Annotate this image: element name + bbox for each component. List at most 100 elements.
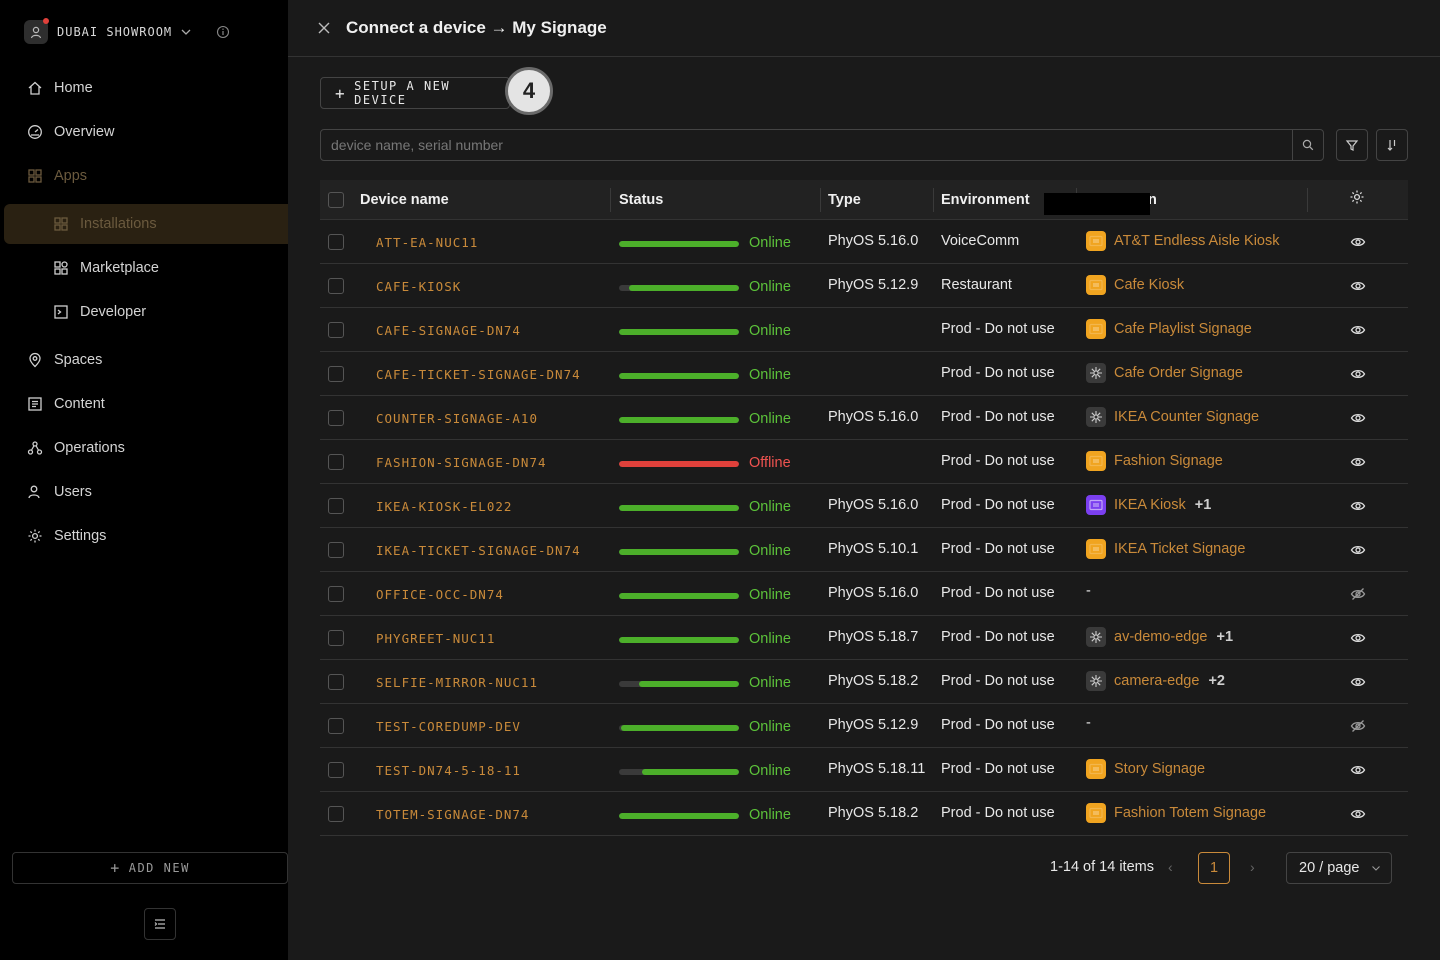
eye-icon[interactable] bbox=[1350, 674, 1366, 695]
row-checkbox[interactable] bbox=[328, 278, 344, 294]
more-apps-count[interactable]: +1 bbox=[1217, 629, 1234, 645]
table-row[interactable]: IKEA-KIOSK-EL022 Online PhyOS 5.16.0 Prod -… bbox=[320, 484, 1408, 528]
filter-button[interactable] bbox=[1336, 129, 1368, 161]
table-row[interactable]: PHYGREET-NUC11 Online PhyOS 5.18.7 Prod - D… bbox=[320, 616, 1408, 660]
eye-icon[interactable] bbox=[1350, 366, 1366, 387]
select-all-checkbox[interactable] bbox=[328, 192, 344, 208]
eye-icon[interactable] bbox=[1350, 762, 1366, 783]
row-checkbox[interactable] bbox=[328, 498, 344, 514]
add-new-button[interactable]: + ADD NEW bbox=[12, 852, 288, 884]
device-name-link[interactable]: SELFIE-MIRROR-NUC11 bbox=[376, 675, 538, 690]
device-name-link[interactable]: PHYGREET-NUC11 bbox=[376, 631, 495, 646]
row-checkbox[interactable] bbox=[328, 630, 344, 646]
device-name-link[interactable]: COUNTER-SIGNAGE-A10 bbox=[376, 411, 538, 426]
eye-icon[interactable] bbox=[1350, 454, 1366, 475]
eye-icon[interactable] bbox=[1350, 806, 1366, 827]
app-link[interactable]: Cafe Playlist Signage bbox=[1114, 321, 1252, 337]
sort-button[interactable] bbox=[1376, 129, 1408, 161]
device-name-link[interactable]: CAFE-TICKET-SIGNAGE-DN74 bbox=[376, 367, 581, 382]
nav-apps[interactable]: Apps bbox=[26, 165, 87, 187]
col-type[interactable]: Type bbox=[828, 192, 861, 208]
col-status[interactable]: Status bbox=[619, 192, 663, 208]
eye-off-icon[interactable] bbox=[1350, 586, 1366, 607]
device-name-link[interactable]: CAFE-KIOSK bbox=[376, 279, 461, 294]
app-link[interactable]: AT&T Endless Aisle Kiosk bbox=[1114, 233, 1279, 249]
nav-installations[interactable]: Installations bbox=[52, 213, 157, 235]
app-link[interactable]: Fashion Signage bbox=[1114, 453, 1223, 469]
eye-icon[interactable] bbox=[1350, 630, 1366, 651]
table-row[interactable]: CAFE-KIOSK Online PhyOS 5.12.9 Restaurant Ca… bbox=[320, 264, 1408, 308]
eye-icon[interactable] bbox=[1350, 322, 1366, 343]
row-checkbox[interactable] bbox=[328, 322, 344, 338]
row-checkbox[interactable] bbox=[328, 410, 344, 426]
device-name-link[interactable]: TOTEM-SIGNAGE-DN74 bbox=[376, 807, 529, 822]
app-link[interactable]: Cafe Order Signage bbox=[1114, 365, 1243, 381]
prev-page-icon[interactable]: ‹ bbox=[1168, 859, 1173, 875]
table-row[interactable]: TEST-COREDUMP-DEV Online PhyOS 5.12.9 Prod … bbox=[320, 704, 1408, 748]
eye-icon[interactable] bbox=[1350, 542, 1366, 563]
nav-settings[interactable]: Settings bbox=[26, 525, 106, 547]
nav-users[interactable]: Users bbox=[26, 481, 92, 503]
row-checkbox[interactable] bbox=[328, 454, 344, 470]
setup-new-device-button[interactable]: + SETUP A NEW DEVICE bbox=[320, 77, 510, 109]
table-row[interactable]: OFFICE-OCC-DN74 Online PhyOS 5.16.0 Prod - … bbox=[320, 572, 1408, 616]
table-row[interactable]: COUNTER-SIGNAGE-A10 Online PhyOS 5.16.0 Pro… bbox=[320, 396, 1408, 440]
app-link[interactable]: camera-edge bbox=[1114, 673, 1199, 689]
row-checkbox[interactable] bbox=[328, 542, 344, 558]
device-name-link[interactable]: TEST-COREDUMP-DEV bbox=[376, 719, 521, 734]
app-link[interactable]: Story Signage bbox=[1114, 761, 1205, 777]
row-checkbox[interactable] bbox=[328, 366, 344, 382]
more-apps-count[interactable]: +1 bbox=[1195, 497, 1212, 513]
eye-icon[interactable] bbox=[1350, 278, 1366, 299]
table-row[interactable]: CAFE-SIGNAGE-DN74 Online Prod - Do not use… bbox=[320, 308, 1408, 352]
row-checkbox[interactable] bbox=[328, 234, 344, 250]
table-row[interactable]: ATT-EA-NUC11 Online PhyOS 5.16.0 VoiceComm A… bbox=[320, 220, 1408, 264]
col-device-name[interactable]: Device name bbox=[360, 192, 449, 208]
device-name-link[interactable]: FASHION-SIGNAGE-DN74 bbox=[376, 455, 547, 470]
device-name-link[interactable]: IKEA-KIOSK-EL022 bbox=[376, 499, 512, 514]
search-button[interactable] bbox=[1292, 130, 1323, 160]
nav-overview[interactable]: Overview bbox=[26, 121, 114, 143]
eye-icon[interactable] bbox=[1350, 410, 1366, 431]
table-row[interactable]: TEST-DN74-5-18-11 Online PhyOS 5.18.11 Prod… bbox=[320, 748, 1408, 792]
org-switcher[interactable]: DUBAI SHOWROOM bbox=[24, 18, 230, 45]
app-link[interactable]: IKEA Kiosk bbox=[1114, 497, 1186, 513]
table-row[interactable]: SELFIE-MIRROR-NUC11 Online PhyOS 5.18.2 Pro… bbox=[320, 660, 1408, 704]
app-link[interactable]: IKEA Counter Signage bbox=[1114, 409, 1259, 425]
nav-developer[interactable]: Developer bbox=[52, 301, 146, 323]
next-page-icon[interactable]: › bbox=[1250, 859, 1255, 875]
table-row[interactable]: CAFE-TICKET-SIGNAGE-DN74 Online Prod - Do … bbox=[320, 352, 1408, 396]
close-icon[interactable] bbox=[316, 20, 332, 36]
nav-operations[interactable]: Operations bbox=[26, 437, 125, 459]
device-name-link[interactable]: TEST-DN74-5-18-11 bbox=[376, 763, 521, 778]
app-link[interactable]: IKEA Ticket Signage bbox=[1114, 541, 1245, 557]
info-icon[interactable] bbox=[216, 25, 230, 39]
table-row[interactable]: IKEA-TICKET-SIGNAGE-DN74 Online PhyOS 5.10… bbox=[320, 528, 1408, 572]
row-checkbox[interactable] bbox=[328, 718, 344, 734]
eye-icon[interactable] bbox=[1350, 234, 1366, 255]
nav-home[interactable]: Home bbox=[26, 77, 93, 99]
nav-marketplace[interactable]: Marketplace bbox=[52, 257, 159, 279]
device-name-link[interactable]: ATT-EA-NUC11 bbox=[376, 235, 478, 250]
row-checkbox[interactable] bbox=[328, 806, 344, 822]
col-environment[interactable]: Environment bbox=[941, 192, 1030, 208]
app-link[interactable]: Cafe Kiosk bbox=[1114, 277, 1184, 293]
search-input[interactable] bbox=[321, 130, 1292, 160]
app-link[interactable]: Fashion Totem Signage bbox=[1114, 805, 1266, 821]
chevron-down-icon[interactable] bbox=[180, 26, 192, 38]
row-checkbox[interactable] bbox=[328, 762, 344, 778]
collapse-sidebar-button[interactable] bbox=[144, 908, 176, 940]
eye-icon[interactable] bbox=[1350, 498, 1366, 519]
more-apps-count[interactable]: +2 bbox=[1208, 673, 1225, 689]
table-row[interactable]: TOTEM-SIGNAGE-DN74 Online PhyOS 5.18.2 Prod… bbox=[320, 792, 1408, 836]
device-name-link[interactable]: IKEA-TICKET-SIGNAGE-DN74 bbox=[376, 543, 581, 558]
nav-content[interactable]: Content bbox=[26, 393, 105, 415]
nav-spaces[interactable]: Spaces bbox=[26, 349, 102, 371]
app-link[interactable]: av-demo-edge bbox=[1114, 629, 1208, 645]
device-name-link[interactable]: OFFICE-OCC-DN74 bbox=[376, 587, 504, 602]
eye-off-icon[interactable] bbox=[1350, 718, 1366, 739]
page-size-select[interactable]: 20 / page bbox=[1286, 852, 1392, 884]
column-settings-icon[interactable] bbox=[1349, 189, 1365, 205]
page-button[interactable]: 1 bbox=[1198, 852, 1230, 884]
device-name-link[interactable]: CAFE-SIGNAGE-DN74 bbox=[376, 323, 521, 338]
